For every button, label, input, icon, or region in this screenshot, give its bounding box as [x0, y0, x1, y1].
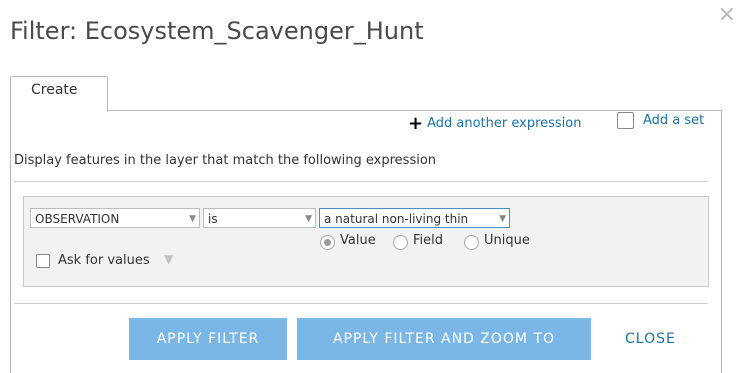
apply-filter-button[interactable]: APPLY FILTER	[129, 318, 287, 360]
filter-description: Display features in the layer that match…	[14, 153, 437, 168]
dialog-title: Filter: Ecosystem_Scavenger_Hunt	[10, 17, 424, 45]
operator-select-value: is	[208, 212, 218, 226]
close-icon[interactable]: ×	[718, 2, 736, 27]
value-select-value: a natural non-living thin	[324, 212, 469, 226]
radio-unique[interactable]	[464, 235, 479, 250]
chevron-down-icon: ▼	[499, 214, 506, 224]
radio-value[interactable]	[320, 235, 335, 250]
radio-field-label[interactable]: Field	[413, 233, 443, 248]
divider-top	[14, 181, 708, 182]
chevron-down-icon: ▼	[305, 214, 312, 224]
radio-unique-label[interactable]: Unique	[484, 233, 530, 248]
add-expression-label: Add another expression	[427, 116, 582, 131]
field-select[interactable]: OBSERVATION ▼	[30, 208, 200, 228]
chevron-down-icon: ▼	[189, 214, 196, 224]
add-expression-button[interactable]: + Add another expression	[408, 113, 582, 134]
radio-value-label[interactable]: Value	[340, 233, 376, 248]
ask-for-values-checkbox[interactable]	[36, 254, 50, 268]
divider-bottom	[14, 303, 708, 304]
tab-create-label: Create	[31, 82, 78, 98]
add-set-label[interactable]: Add a set	[643, 113, 704, 128]
radio-field[interactable]	[393, 235, 408, 250]
ask-for-values-label[interactable]: Ask for values	[58, 253, 150, 268]
filter-funnel-icon[interactable]: ▼	[164, 252, 173, 266]
field-select-value: OBSERVATION	[35, 212, 120, 226]
value-select[interactable]: a natural non-living thin ▼	[319, 208, 510, 228]
plus-icon: +	[408, 113, 424, 134]
tab-create[interactable]: Create	[10, 76, 108, 112]
close-button[interactable]: CLOSE	[625, 331, 676, 347]
add-set-checkbox[interactable]	[617, 112, 634, 129]
apply-filter-zoom-button[interactable]: APPLY FILTER AND ZOOM TO	[297, 318, 591, 360]
operator-select[interactable]: is ▼	[203, 208, 316, 228]
